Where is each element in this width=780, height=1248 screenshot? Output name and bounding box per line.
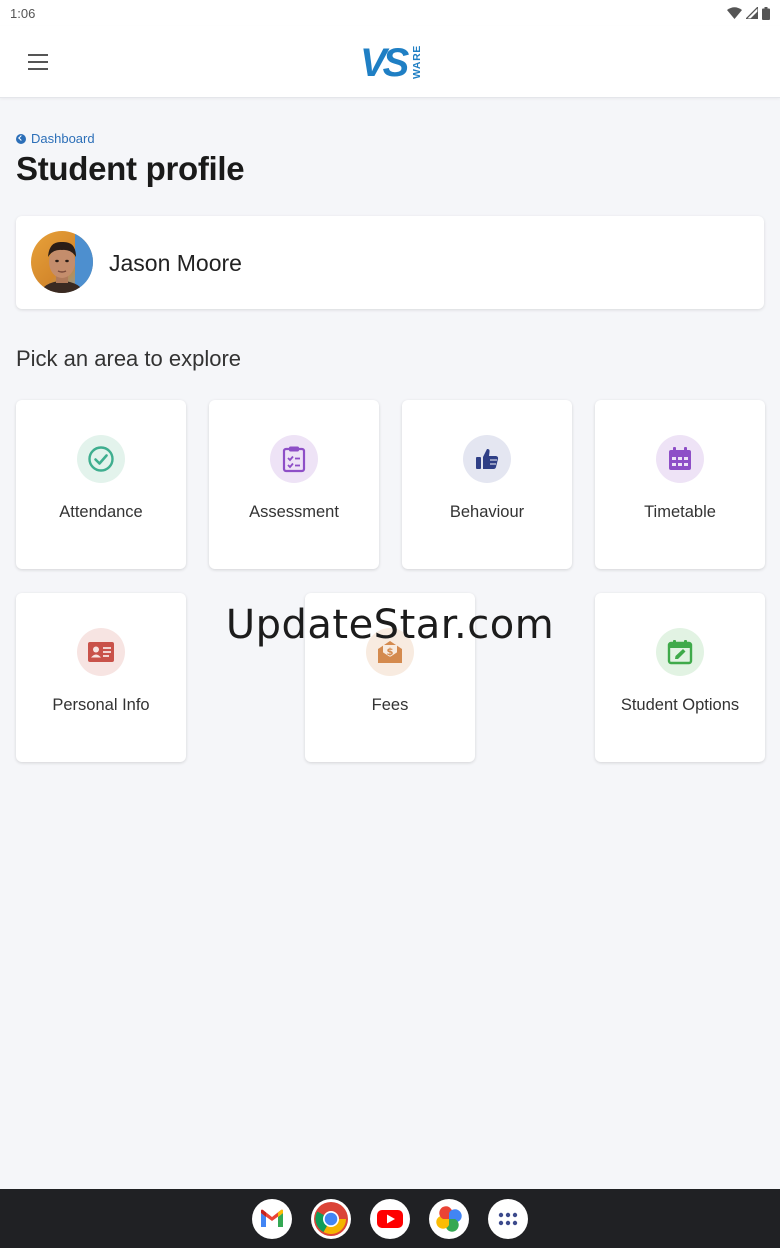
- app-drawer-icon[interactable]: [488, 1198, 528, 1239]
- breadcrumb-label: Dashboard: [31, 131, 95, 146]
- svg-text:WARE: WARE: [411, 45, 423, 79]
- signal-icon: [746, 7, 758, 19]
- status-icons: [727, 6, 770, 20]
- student-avatar: [31, 231, 93, 293]
- tile-label: Fees: [371, 696, 409, 714]
- status-time: 1:06: [10, 5, 36, 21]
- calendar-grid-icon: [656, 435, 704, 483]
- gmail-icon[interactable]: [252, 1198, 292, 1239]
- clipboard-icon: [270, 435, 318, 483]
- money-envelope-icon: $: [366, 628, 414, 676]
- tile-behaviour[interactable]: Behaviour: [402, 400, 572, 569]
- status-bar: 1:06: [0, 0, 780, 26]
- tile-label: Personal Info: [52, 696, 150, 714]
- app-bar: VS WARE: [0, 26, 780, 98]
- page-title: Student profile: [16, 150, 245, 187]
- tile-attendance[interactable]: Attendance: [16, 400, 186, 569]
- student-profile-card[interactable]: Jason Moore: [16, 216, 764, 309]
- id-card-icon: [77, 628, 125, 676]
- svg-text:VS: VS: [360, 41, 410, 82]
- calendar-edit-icon: [656, 628, 704, 676]
- thumbs-up-icon: [463, 435, 511, 483]
- wifi-icon: [727, 7, 742, 19]
- back-arrow-icon: [16, 133, 26, 144]
- tile-label: Behaviour: [449, 503, 525, 521]
- photos-icon[interactable]: [429, 1198, 469, 1239]
- battery-icon: [762, 6, 770, 20]
- breadcrumb-dashboard-link[interactable]: Dashboard: [16, 131, 95, 146]
- taskbar: [0, 1189, 780, 1248]
- tile-personal-info[interactable]: Personal Info: [16, 593, 186, 762]
- section-heading: Pick an area to explore: [16, 346, 242, 371]
- tile-label: Student Options: [620, 696, 740, 714]
- student-name: Jason Moore: [109, 250, 242, 276]
- vsware-logo[interactable]: VS WARE: [359, 38, 423, 85]
- tile-label: Assessment: [249, 503, 339, 521]
- tile-assessment[interactable]: Assessment: [209, 400, 379, 569]
- tile-label: Timetable: [644, 503, 716, 521]
- tile-timetable[interactable]: Timetable: [595, 400, 765, 569]
- check-circle-icon: [77, 435, 125, 483]
- tile-student-options[interactable]: Student Options: [595, 593, 765, 762]
- chrome-icon[interactable]: [311, 1198, 351, 1239]
- tile-label: Attendance: [59, 503, 143, 521]
- tile-fees[interactable]: $ Fees: [305, 593, 475, 762]
- youtube-icon[interactable]: [370, 1198, 410, 1239]
- hamburger-menu-icon[interactable]: [22, 48, 54, 76]
